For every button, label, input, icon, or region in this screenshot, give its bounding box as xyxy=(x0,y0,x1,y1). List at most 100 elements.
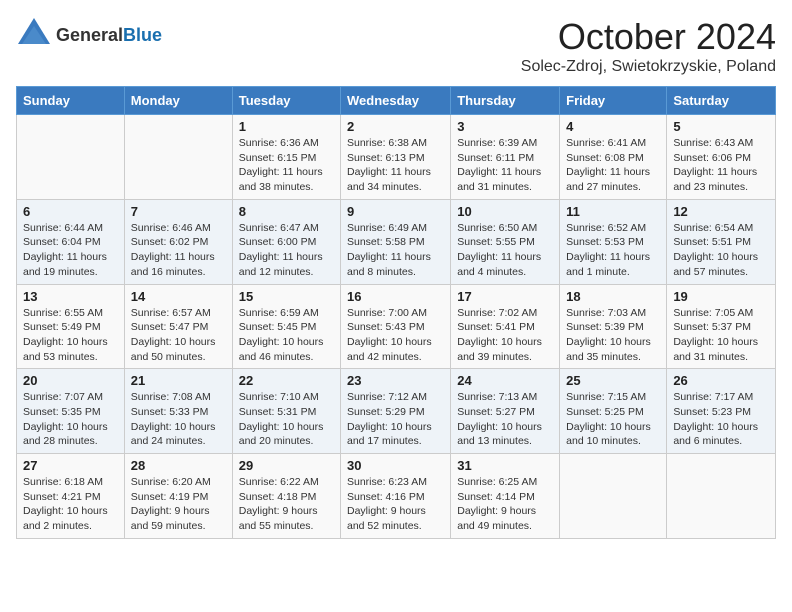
day-cell: 30Sunrise: 6:23 AM Sunset: 4:16 PM Dayli… xyxy=(341,454,451,539)
day-info: Sunrise: 6:22 AM Sunset: 4:18 PM Dayligh… xyxy=(239,475,334,534)
day-info: Sunrise: 7:07 AM Sunset: 5:35 PM Dayligh… xyxy=(23,390,118,449)
day-number: 23 xyxy=(347,373,444,388)
day-number: 21 xyxy=(131,373,226,388)
day-cell: 26 Sunrise: 7:17 AM Sunset: 5:23 PM Dayli… xyxy=(667,369,776,454)
day-cell: 11 Sunrise: 6:52 AM Sunset: 5:53 PM Dayli… xyxy=(560,199,667,284)
day-cell: 20 Sunrise: 7:07 AM Sunset: 5:35 PM Dayli… xyxy=(17,369,125,454)
day-info: Sunrise: 6:18 AM Sunset: 4:21 PM Dayligh… xyxy=(23,475,118,534)
day-cell: 18Sunrise: 7:03 AM Sunset: 5:39 PM Dayli… xyxy=(560,284,667,369)
weekday-header-sunday: Sunday xyxy=(17,87,125,115)
day-info: Sunrise: 6:49 AM Sunset: 5:58 PM Dayligh… xyxy=(347,221,444,280)
day-info: Sunrise: 6:38 AM Sunset: 6:13 PM Dayligh… xyxy=(347,136,444,195)
title-block: October 2024 Solec-Zdroj, Swietokrzyskie… xyxy=(521,16,776,76)
day-info: Sunrise: 6:55 AM Sunset: 5:49 PM Dayligh… xyxy=(23,306,118,365)
day-cell: 10 Sunrise: 6:50 AM Sunset: 5:55 PM Dayli… xyxy=(451,199,560,284)
week-row-1: 1 Sunrise: 6:36 AM Sunset: 6:15 PM Daylig… xyxy=(17,115,776,200)
weekday-header-friday: Friday xyxy=(560,87,667,115)
day-cell: 5Sunrise: 6:43 AM Sunset: 6:06 PM Daylig… xyxy=(667,115,776,200)
day-cell: 16 Sunrise: 7:00 AM Sunset: 5:43 PM Dayli… xyxy=(341,284,451,369)
day-cell xyxy=(124,115,232,200)
day-number: 12 xyxy=(673,204,769,219)
day-number: 11 xyxy=(566,204,660,219)
day-number: 22 xyxy=(239,373,334,388)
logo: GeneralBlue xyxy=(16,16,162,55)
day-info: Sunrise: 6:47 AM Sunset: 6:00 PM Dayligh… xyxy=(239,221,334,280)
day-number: 14 xyxy=(131,289,226,304)
weekday-header-saturday: Saturday xyxy=(667,87,776,115)
day-cell: 24 Sunrise: 7:13 AM Sunset: 5:27 PM Dayli… xyxy=(451,369,560,454)
day-cell xyxy=(667,454,776,539)
day-info: Sunrise: 7:13 AM Sunset: 5:27 PM Dayligh… xyxy=(457,390,553,449)
day-cell: 25Sunrise: 7:15 AM Sunset: 5:25 PM Dayli… xyxy=(560,369,667,454)
day-cell: 4Sunrise: 6:41 AM Sunset: 6:08 PM Daylig… xyxy=(560,115,667,200)
day-number: 24 xyxy=(457,373,553,388)
day-number: 19 xyxy=(673,289,769,304)
day-number: 8 xyxy=(239,204,334,219)
day-info: Sunrise: 6:23 AM Sunset: 4:16 PM Dayligh… xyxy=(347,475,444,534)
day-cell: 28Sunrise: 6:20 AM Sunset: 4:19 PM Dayli… xyxy=(124,454,232,539)
day-cell: 12 Sunrise: 6:54 AM Sunset: 5:51 PM Dayli… xyxy=(667,199,776,284)
day-info: Sunrise: 6:52 AM Sunset: 5:53 PM Dayligh… xyxy=(566,221,660,280)
month-title: October 2024 xyxy=(521,16,776,58)
day-number: 1 xyxy=(239,119,334,134)
day-info: Sunrise: 6:50 AM Sunset: 5:55 PM Dayligh… xyxy=(457,221,553,280)
day-info: Sunrise: 6:20 AM Sunset: 4:19 PM Dayligh… xyxy=(131,475,226,534)
day-info: Sunrise: 6:25 AM Sunset: 4:14 PM Dayligh… xyxy=(457,475,553,534)
day-info: Sunrise: 7:10 AM Sunset: 5:31 PM Dayligh… xyxy=(239,390,334,449)
weekday-header-monday: Monday xyxy=(124,87,232,115)
page-header: GeneralBlue October 2024 Solec-Zdroj, Sw… xyxy=(16,16,776,76)
day-number: 3 xyxy=(457,119,553,134)
week-row-3: 13 Sunrise: 6:55 AM Sunset: 5:49 PM Dayli… xyxy=(17,284,776,369)
day-number: 6 xyxy=(23,204,118,219)
day-number: 29 xyxy=(239,458,334,473)
day-cell: 9 Sunrise: 6:49 AM Sunset: 5:58 PM Daylig… xyxy=(341,199,451,284)
day-cell: 1 Sunrise: 6:36 AM Sunset: 6:15 PM Daylig… xyxy=(232,115,340,200)
logo-blue: Blue xyxy=(123,25,162,45)
day-info: Sunrise: 7:08 AM Sunset: 5:33 PM Dayligh… xyxy=(131,390,226,449)
day-number: 27 xyxy=(23,458,118,473)
day-info: Sunrise: 6:44 AM Sunset: 6:04 PM Dayligh… xyxy=(23,221,118,280)
day-info: Sunrise: 6:59 AM Sunset: 5:45 PM Dayligh… xyxy=(239,306,334,365)
day-info: Sunrise: 7:05 AM Sunset: 5:37 PM Dayligh… xyxy=(673,306,769,365)
day-info: Sunrise: 6:57 AM Sunset: 5:47 PM Dayligh… xyxy=(131,306,226,365)
day-info: Sunrise: 7:12 AM Sunset: 5:29 PM Dayligh… xyxy=(347,390,444,449)
day-info: Sunrise: 6:36 AM Sunset: 6:15 PM Dayligh… xyxy=(239,136,334,195)
day-number: 2 xyxy=(347,119,444,134)
day-number: 16 xyxy=(347,289,444,304)
day-number: 31 xyxy=(457,458,553,473)
week-row-5: 27 Sunrise: 6:18 AM Sunset: 4:21 PM Dayli… xyxy=(17,454,776,539)
day-cell: 27 Sunrise: 6:18 AM Sunset: 4:21 PM Dayli… xyxy=(17,454,125,539)
day-cell: 31 Sunrise: 6:25 AM Sunset: 4:14 PM Dayli… xyxy=(451,454,560,539)
day-info: Sunrise: 6:46 AM Sunset: 6:02 PM Dayligh… xyxy=(131,221,226,280)
logo-icon xyxy=(16,16,52,50)
day-info: Sunrise: 7:17 AM Sunset: 5:23 PM Dayligh… xyxy=(673,390,769,449)
day-cell: 7Sunrise: 6:46 AM Sunset: 6:02 PM Daylig… xyxy=(124,199,232,284)
day-number: 26 xyxy=(673,373,769,388)
day-cell: 2 Sunrise: 6:38 AM Sunset: 6:13 PM Daylig… xyxy=(341,115,451,200)
day-cell: 13 Sunrise: 6:55 AM Sunset: 5:49 PM Dayli… xyxy=(17,284,125,369)
day-cell: 17Sunrise: 7:02 AM Sunset: 5:41 PM Dayli… xyxy=(451,284,560,369)
day-cell: 6 Sunrise: 6:44 AM Sunset: 6:04 PM Daylig… xyxy=(17,199,125,284)
day-number: 15 xyxy=(239,289,334,304)
weekday-header-tuesday: Tuesday xyxy=(232,87,340,115)
day-cell xyxy=(560,454,667,539)
day-number: 13 xyxy=(23,289,118,304)
day-info: Sunrise: 7:15 AM Sunset: 5:25 PM Dayligh… xyxy=(566,390,660,449)
day-info: Sunrise: 6:54 AM Sunset: 5:51 PM Dayligh… xyxy=(673,221,769,280)
day-cell: 21 Sunrise: 7:08 AM Sunset: 5:33 PM Dayli… xyxy=(124,369,232,454)
day-number: 17 xyxy=(457,289,553,304)
day-number: 20 xyxy=(23,373,118,388)
day-number: 10 xyxy=(457,204,553,219)
day-info: Sunrise: 6:39 AM Sunset: 6:11 PM Dayligh… xyxy=(457,136,553,195)
logo-general: General xyxy=(56,25,123,45)
day-cell: 14 Sunrise: 6:57 AM Sunset: 5:47 PM Dayli… xyxy=(124,284,232,369)
location-title: Solec-Zdroj, Swietokrzyskie, Poland xyxy=(521,58,776,76)
weekday-header-thursday: Thursday xyxy=(451,87,560,115)
day-cell: 23 Sunrise: 7:12 AM Sunset: 5:29 PM Dayli… xyxy=(341,369,451,454)
day-info: Sunrise: 7:00 AM Sunset: 5:43 PM Dayligh… xyxy=(347,306,444,365)
day-cell: 22 Sunrise: 7:10 AM Sunset: 5:31 PM Dayli… xyxy=(232,369,340,454)
day-cell: 8 Sunrise: 6:47 AM Sunset: 6:00 PM Daylig… xyxy=(232,199,340,284)
day-number: 9 xyxy=(347,204,444,219)
day-cell: 3 Sunrise: 6:39 AM Sunset: 6:11 PM Daylig… xyxy=(451,115,560,200)
day-cell xyxy=(17,115,125,200)
